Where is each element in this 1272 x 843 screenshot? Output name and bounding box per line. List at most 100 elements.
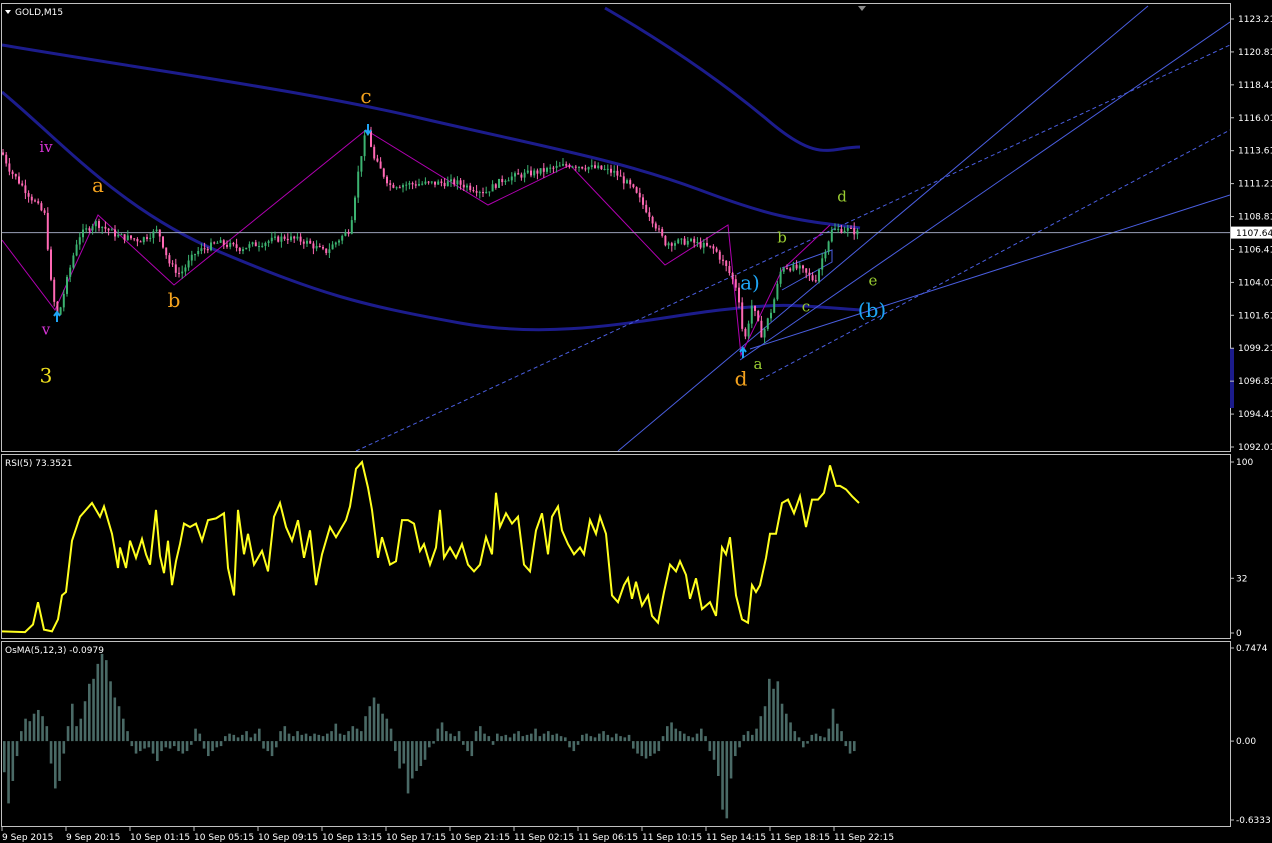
- candle: [638, 187, 641, 203]
- osma-bar: [156, 741, 159, 762]
- osma-bar: [190, 741, 193, 745]
- candle-body: [363, 135, 366, 157]
- candle-body: [469, 185, 472, 191]
- candle: [827, 240, 830, 255]
- candle-body: [818, 269, 820, 282]
- candle-body: [152, 231, 155, 238]
- candle-body: [341, 235, 344, 241]
- candle-body: [24, 185, 27, 194]
- wave-label: a: [92, 173, 104, 197]
- candle-body: [171, 263, 174, 265]
- candle-body: [344, 232, 347, 236]
- osma-bar: [28, 721, 32, 742]
- candle-body: [744, 328, 747, 337]
- candle-body: [386, 176, 388, 184]
- candle-body: [11, 171, 14, 175]
- candle: [734, 274, 737, 291]
- candle-body: [309, 240, 312, 244]
- time-tick-label: 11 Sep 02:15: [514, 833, 574, 843]
- price-scale-handle[interactable]: [1230, 348, 1234, 408]
- rsi-pane[interactable]: [0, 459, 860, 634]
- candle-body: [514, 173, 516, 177]
- osma-bar: [92, 678, 95, 742]
- candle-body: [664, 235, 667, 246]
- candle: [334, 241, 337, 248]
- osma-bar: [83, 701, 87, 742]
- candle: [8, 158, 11, 176]
- candle-body: [53, 279, 56, 302]
- price-pane[interactable]: iv v 3 a b c d a) (b) a b c d e: [2, 5, 1230, 451]
- time-tick-label: 11 Sep 22:15: [834, 833, 894, 843]
- current-price-tag: 1107.64: [1231, 226, 1272, 239]
- candle: [309, 238, 312, 245]
- candle: [683, 236, 686, 246]
- osma-bar: [109, 681, 112, 742]
- candle: [667, 241, 670, 249]
- candle: [222, 239, 225, 250]
- candle-body: [261, 245, 264, 247]
- price-tick-label: 1106.41: [1238, 245, 1272, 255]
- candle: [136, 237, 139, 247]
- wave-label: a: [754, 355, 763, 373]
- osma-bar: [593, 737, 597, 742]
- candle: [549, 164, 552, 174]
- candle: [197, 246, 200, 257]
- price-tick-label: 1101.61: [1238, 311, 1272, 321]
- candle-body: [200, 248, 203, 252]
- osma-bar: [836, 723, 839, 742]
- candle-body: [613, 170, 616, 173]
- osma-title: OsMA(5,12,3) -0.0979: [5, 646, 104, 656]
- candle-body: [242, 249, 244, 252]
- osma-bar: [207, 741, 210, 757]
- price-tick-label: 1108.81: [1238, 213, 1272, 223]
- candle-body: [402, 185, 404, 188]
- candle-body: [315, 245, 318, 249]
- price-scroll-marker[interactable]: [858, 6, 866, 11]
- osma-bar: [449, 733, 452, 742]
- candle: [424, 177, 427, 185]
- candle-body: [837, 228, 840, 230]
- symbol-dropdown-icon[interactable]: [5, 10, 11, 14]
- candle: [818, 268, 820, 284]
- time-tick-label: 10 Sep 17:15: [386, 833, 446, 843]
- candle-body: [843, 230, 846, 233]
- candle: [856, 228, 859, 240]
- osma-bar: [292, 736, 295, 742]
- candle: [120, 233, 123, 236]
- candle: [34, 198, 36, 203]
- time-tick-label: 11 Sep 06:15: [578, 833, 638, 843]
- osma-bar: [632, 741, 635, 749]
- time-tick-label: 10 Sep 05:15: [194, 833, 254, 843]
- candle: [696, 237, 699, 247]
- candle-body: [418, 184, 420, 186]
- candle: [456, 176, 459, 190]
- candle-body: [424, 181, 427, 184]
- candle-body: [280, 236, 283, 242]
- candle-body: [683, 238, 686, 245]
- osma-tick-label: 0.00: [1236, 737, 1256, 747]
- wave-label: iv: [39, 138, 53, 156]
- candle: [232, 241, 235, 247]
- candle: [670, 241, 673, 252]
- candle-body: [725, 260, 728, 267]
- candle: [72, 252, 75, 270]
- candle-body: [542, 168, 545, 172]
- osma-bar: [88, 683, 91, 742]
- candle: [264, 241, 267, 251]
- candle: [85, 224, 88, 234]
- candle: [587, 166, 590, 174]
- candle-body: [488, 191, 491, 193]
- candle: [466, 183, 468, 192]
- candle-body: [622, 176, 625, 184]
- osma-bar: [538, 736, 542, 742]
- candle-body: [174, 264, 177, 273]
- candle-body: [565, 164, 568, 166]
- scroll-triangle-icon[interactable]: [858, 6, 866, 11]
- candle-body: [523, 172, 526, 178]
- osma-bar: [100, 653, 104, 742]
- candle: [632, 183, 635, 189]
- candle-body: [501, 178, 504, 183]
- osma-pane[interactable]: [3, 653, 856, 819]
- time-tick-label: 9 Sep 20:15: [66, 833, 120, 843]
- candle: [434, 181, 436, 188]
